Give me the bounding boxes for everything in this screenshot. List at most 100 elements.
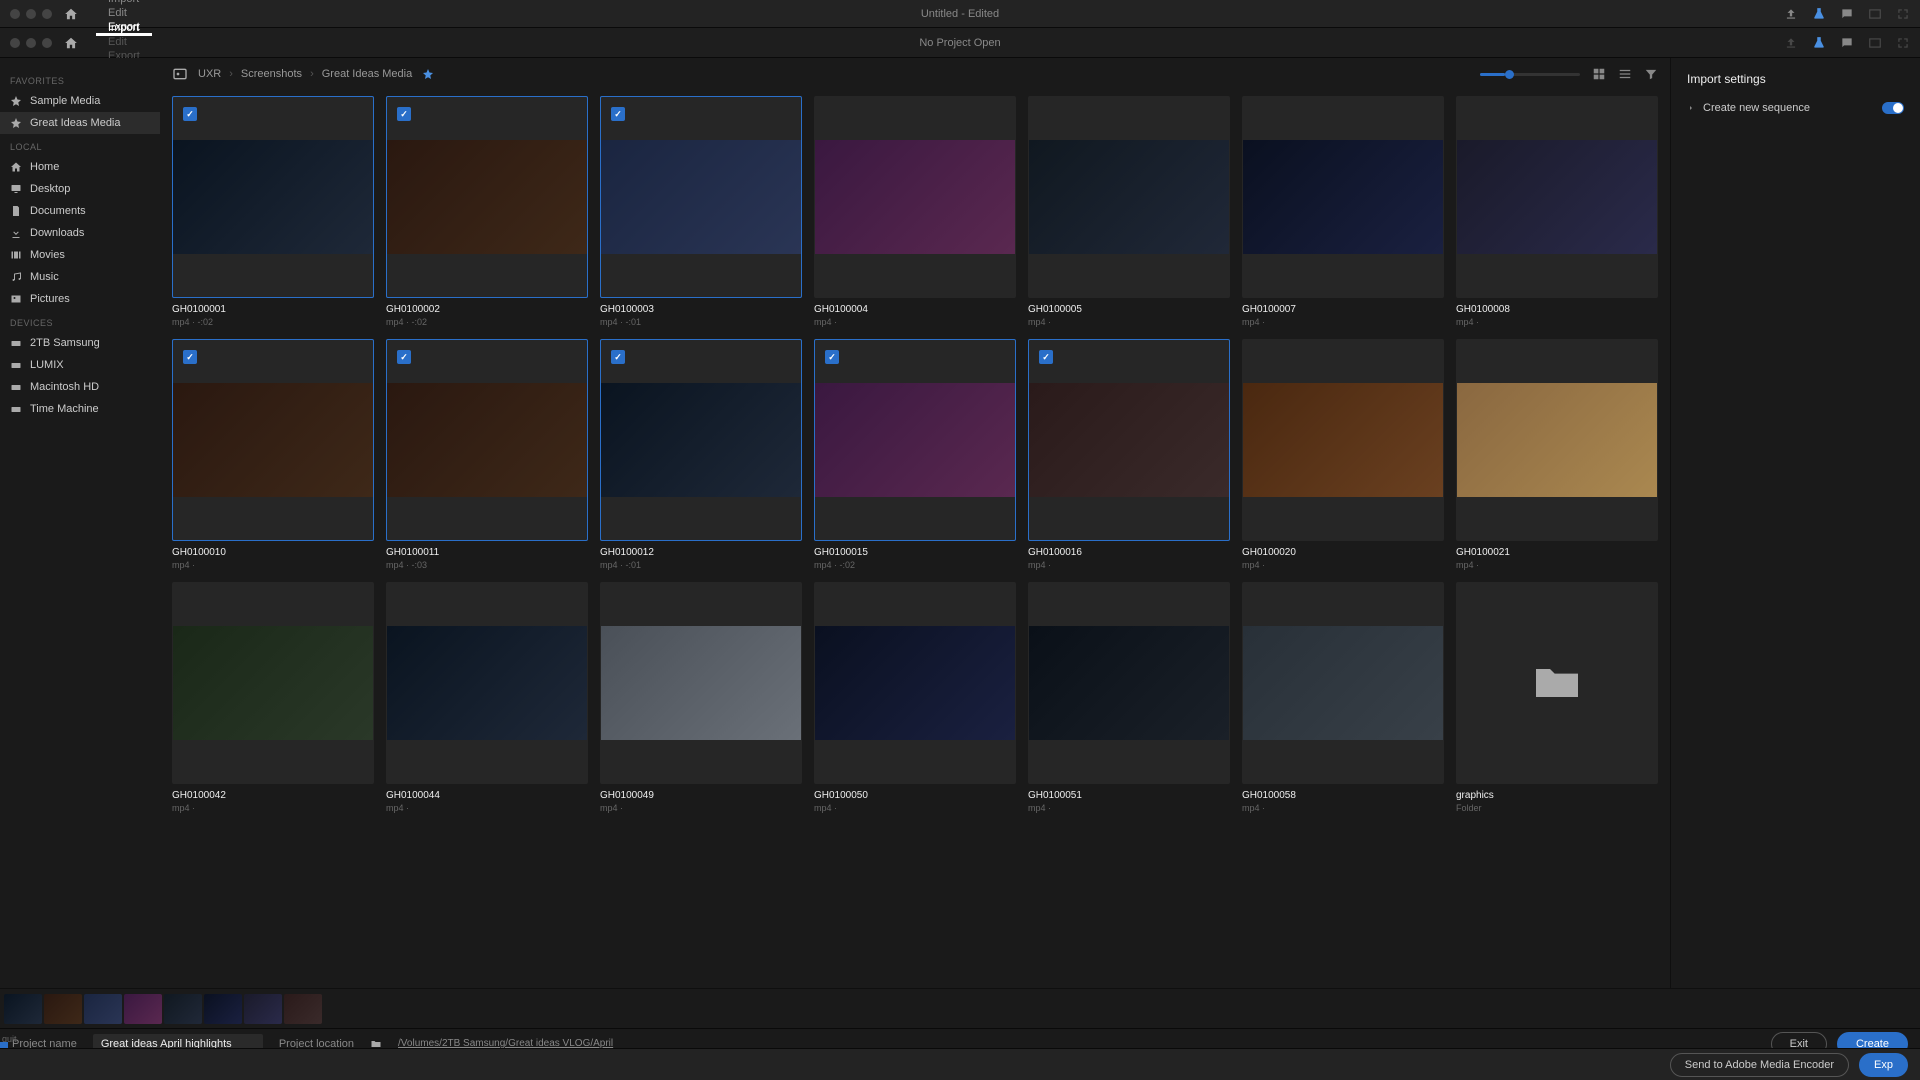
selection-checkbox[interactable]: [397, 350, 411, 364]
home-icon[interactable]: [64, 36, 78, 50]
tab-edit[interactable]: Edit: [96, 36, 152, 50]
media-thumbnail[interactable]: [172, 582, 374, 784]
tab-edit[interactable]: Edit: [96, 7, 152, 21]
media-thumbnail[interactable]: [1456, 582, 1658, 784]
strip-thumbnail[interactable]: [84, 994, 122, 1024]
workspace-bar: ImportEditExport No Project Open: [0, 28, 1920, 58]
sidebar-item-music[interactable]: Music: [0, 266, 160, 288]
create-sequence-row[interactable]: Create new sequence: [1687, 102, 1904, 114]
media-thumbnail[interactable]: [1028, 96, 1230, 298]
chat-icon[interactable]: [1840, 36, 1854, 50]
clip-meta: mp4 · -:01: [600, 560, 802, 570]
export-bar: Send to Adobe Media Encoder Exp: [0, 1048, 1920, 1080]
media-thumbnail[interactable]: [600, 582, 802, 784]
share-icon[interactable]: [1784, 36, 1798, 50]
sidebar-item-desktop[interactable]: Desktop: [0, 178, 160, 200]
desktop-icon: [10, 183, 22, 195]
drive-icon: [10, 359, 22, 371]
strip-thumbnail[interactable]: [124, 994, 162, 1024]
strip-thumbnail[interactable]: [204, 994, 242, 1024]
media-card: GH0100051mp4 ·: [1028, 582, 1230, 813]
sidebar-item-pictures[interactable]: Pictures: [0, 288, 160, 310]
traffic-lights[interactable]: [10, 9, 52, 19]
media-thumbnail[interactable]: [814, 339, 1016, 541]
media-card: GH0100003mp4 · -:01: [600, 96, 802, 327]
window-icon[interactable]: [1868, 7, 1882, 21]
home-icon[interactable]: [64, 7, 78, 21]
sidebar-item-documents[interactable]: Documents: [0, 200, 160, 222]
traffic-lights-2[interactable]: [10, 38, 52, 48]
strip-thumbnail[interactable]: [44, 994, 82, 1024]
clip-meta: mp4 · -:02: [814, 560, 1016, 570]
download-icon: [10, 227, 22, 239]
source-sidebar: FAVORITESSample MediaGreat Ideas MediaLO…: [0, 58, 160, 988]
doc-icon: [10, 205, 22, 217]
star-icon: [10, 95, 22, 107]
fullscreen-icon[interactable]: [1896, 7, 1910, 21]
selection-checkbox[interactable]: [1039, 350, 1053, 364]
selection-checkbox[interactable]: [397, 107, 411, 121]
clip-meta: mp4 ·: [600, 803, 802, 813]
tab-import[interactable]: Import: [96, 22, 152, 36]
media-card: GH0100002mp4 · -:02: [386, 96, 588, 327]
selection-checkbox[interactable]: [611, 107, 625, 121]
breadcrumb-segment[interactable]: Great Ideas Media: [322, 68, 413, 80]
media-thumbnail[interactable]: [814, 582, 1016, 784]
sidebar-item-movies[interactable]: Movies: [0, 244, 160, 266]
selection-checkbox[interactable]: [183, 107, 197, 121]
fullscreen-icon[interactable]: [1896, 36, 1910, 50]
strip-thumbnail[interactable]: [244, 994, 282, 1024]
sidebar-item-macintosh-hd[interactable]: Macintosh HD: [0, 376, 160, 398]
media-thumbnail[interactable]: [172, 96, 374, 298]
media-thumbnail[interactable]: [600, 96, 802, 298]
clip-meta: mp4 ·: [172, 803, 374, 813]
beaker-icon[interactable]: [1812, 7, 1826, 21]
send-encoder-button[interactable]: Send to Adobe Media Encoder: [1670, 1053, 1849, 1077]
selection-checkbox[interactable]: [825, 350, 839, 364]
clip-meta: mp4 · -:02: [172, 317, 374, 327]
media-card: GH0100020mp4 ·: [1242, 339, 1444, 570]
chat-icon[interactable]: [1840, 7, 1854, 21]
sidebar-item-lumix[interactable]: LUMIX: [0, 354, 160, 376]
clip-name: GH0100007: [1242, 304, 1444, 315]
sidebar-item-downloads[interactable]: Downloads: [0, 222, 160, 244]
sequence-toggle[interactable]: [1882, 102, 1904, 114]
media-thumbnail[interactable]: [1242, 339, 1444, 541]
media-thumbnail[interactable]: [1242, 96, 1444, 298]
selection-checkbox[interactable]: [183, 350, 197, 364]
media-thumbnail[interactable]: [172, 339, 374, 541]
share-icon[interactable]: [1784, 7, 1798, 21]
sidebar-item-home[interactable]: Home: [0, 156, 160, 178]
clip-meta: mp4 ·: [814, 317, 1016, 327]
media-thumbnail[interactable]: [1028, 582, 1230, 784]
window-icon[interactable]: [1868, 36, 1882, 50]
strip-thumbnail[interactable]: [284, 994, 322, 1024]
media-thumbnail[interactable]: [386, 339, 588, 541]
selection-checkbox[interactable]: [611, 350, 625, 364]
strip-thumbnail[interactable]: [4, 994, 42, 1024]
media-thumbnail[interactable]: [1456, 339, 1658, 541]
media-thumbnail[interactable]: [1028, 339, 1230, 541]
list-view-icon[interactable]: [1618, 67, 1632, 81]
breadcrumb-segment[interactable]: UXR: [198, 68, 221, 80]
breadcrumb[interactable]: UXR›Screenshots›Great Ideas Media: [198, 68, 412, 80]
media-thumbnail[interactable]: [814, 96, 1016, 298]
export-button[interactable]: Exp: [1859, 1053, 1908, 1077]
strip-thumbnail[interactable]: [164, 994, 202, 1024]
sidebar-item-2tb-samsung[interactable]: 2TB Samsung: [0, 332, 160, 354]
sidebar-item-time-machine[interactable]: Time Machine: [0, 398, 160, 420]
grid-view-icon[interactable]: [1592, 67, 1606, 81]
beaker-icon[interactable]: [1812, 36, 1826, 50]
sidebar-item-great-ideas-media[interactable]: Great Ideas Media: [0, 112, 160, 134]
media-thumbnail[interactable]: [600, 339, 802, 541]
filter-icon[interactable]: [1644, 67, 1658, 81]
breadcrumb-segment[interactable]: Screenshots: [241, 68, 302, 80]
thumbnail-size-slider[interactable]: [1480, 73, 1580, 76]
media-thumbnail[interactable]: [386, 96, 588, 298]
media-thumbnail[interactable]: [1456, 96, 1658, 298]
media-thumbnail[interactable]: [386, 582, 588, 784]
clip-name: GH0100002: [386, 304, 588, 315]
media-thumbnail[interactable]: [1242, 582, 1444, 784]
sidebar-item-sample-media[interactable]: Sample Media: [0, 90, 160, 112]
favorite-star-icon[interactable]: [422, 68, 434, 80]
